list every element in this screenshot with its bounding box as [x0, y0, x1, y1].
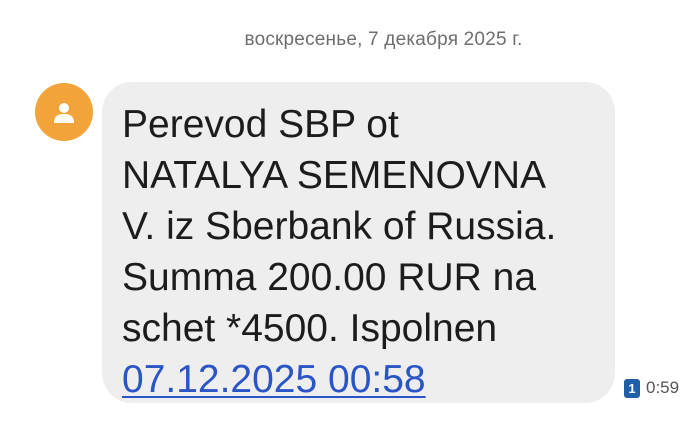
message-line: schet *4500. Ispolnen — [122, 307, 498, 350]
message-time: 0:59 — [646, 378, 680, 397]
contact-avatar[interactable] — [35, 83, 93, 141]
sim-slot-icon: 1 — [624, 378, 640, 398]
message-line: Perevod SBP ot — [122, 103, 399, 146]
message-bubble[interactable]: Perevod SBP ot NATALYA SEMENOVNA V. iz S… — [102, 82, 615, 403]
message-line: Summa 200.00 RUR na — [122, 256, 537, 299]
date-separator: воскресенье, 7 декабря 2025 г. — [244, 29, 523, 50]
message-line: NATALYA SEMENOVNA — [122, 154, 547, 197]
message-meta: 1 0:59 — [624, 378, 679, 398]
datetime-link[interactable]: 07.12.2025 00:58 — [122, 354, 426, 405]
message-line: V. iz Sberbank of Russia. — [122, 205, 557, 248]
person-icon — [52, 100, 76, 124]
